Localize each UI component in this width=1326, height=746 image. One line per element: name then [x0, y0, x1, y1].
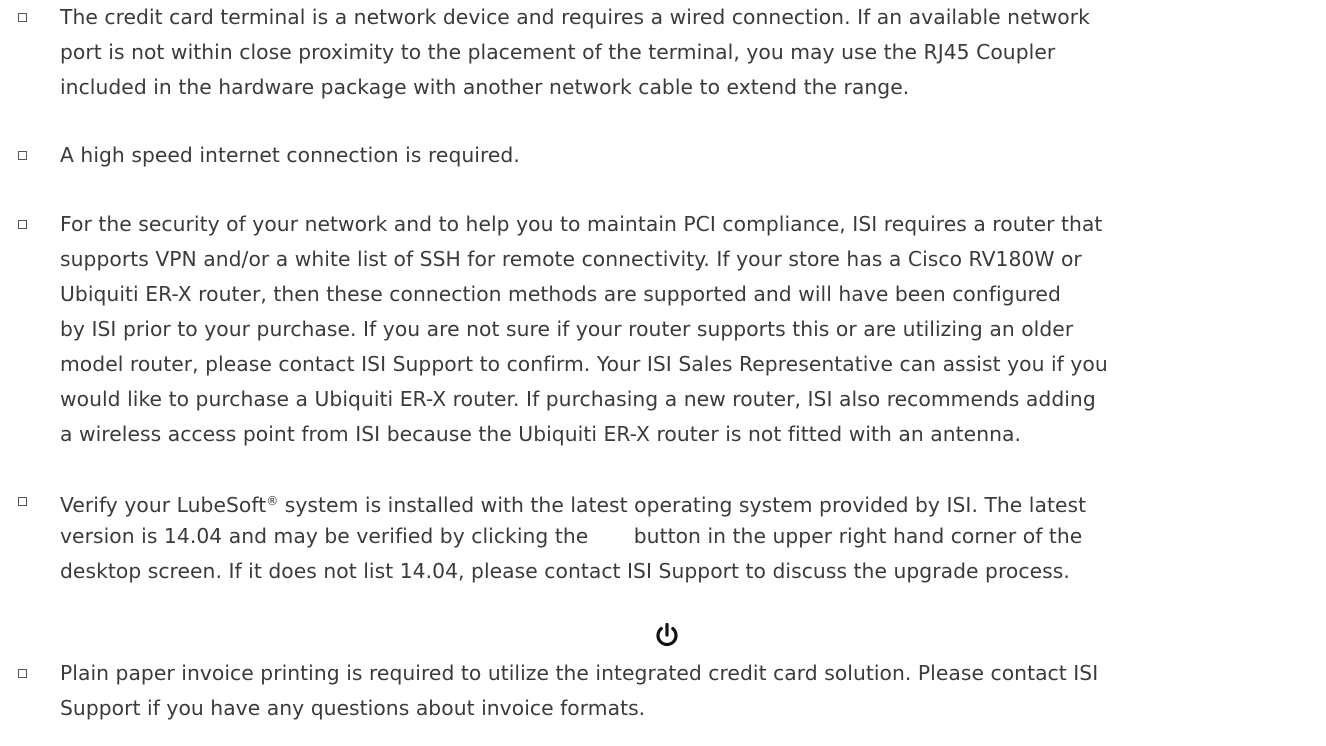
item-text-line: Plain paper invoice printing is required… [60, 661, 1099, 685]
item-text-line: A high speed internet connection is requ… [60, 143, 520, 167]
item-text-line: model router, please contact ISI Support… [60, 352, 1108, 376]
checkbox[interactable] [18, 151, 27, 160]
power-icon [656, 622, 678, 647]
item-text-line: Ubiquiti ER-X router, then these connect… [60, 282, 1061, 306]
item-text-fragment: system is installed with the latest oper… [278, 493, 1087, 517]
item-text-line: version is 14.04 and may be verified by … [60, 524, 1083, 548]
checkbox[interactable] [18, 13, 27, 22]
item-text-line: included in the hardware package with an… [60, 75, 910, 99]
item-text-line: desktop screen. If it does not list 14.0… [60, 559, 1070, 583]
registered-mark: ® [266, 494, 279, 508]
item-text-line: a wireless access point from ISI because… [60, 422, 1021, 446]
requirements-checklist: The credit card terminal is a network de… [0, 0, 1326, 746]
item-text-line: would like to purchase a Ubiquiti ER-X r… [60, 387, 1096, 411]
item-text-line: port is not within close proximity to th… [60, 40, 1056, 64]
item-text-line: Verify your LubeSoft® system is installe… [60, 484, 1086, 522]
checkbox[interactable] [18, 669, 27, 678]
item-text-line: Support if you have any questions about … [60, 696, 646, 720]
checkbox[interactable] [18, 220, 27, 229]
item-text-line: supports VPN and/or a white list of SSH … [60, 247, 1082, 271]
item-text-fragment: Verify your LubeSoft [60, 493, 267, 517]
checkbox[interactable] [18, 497, 27, 506]
item-text-line: The credit card terminal is a network de… [60, 5, 1090, 29]
item-text-line: by ISI prior to your purchase. If you ar… [60, 317, 1074, 341]
item-text-line: For the security of your network and to … [60, 212, 1103, 236]
